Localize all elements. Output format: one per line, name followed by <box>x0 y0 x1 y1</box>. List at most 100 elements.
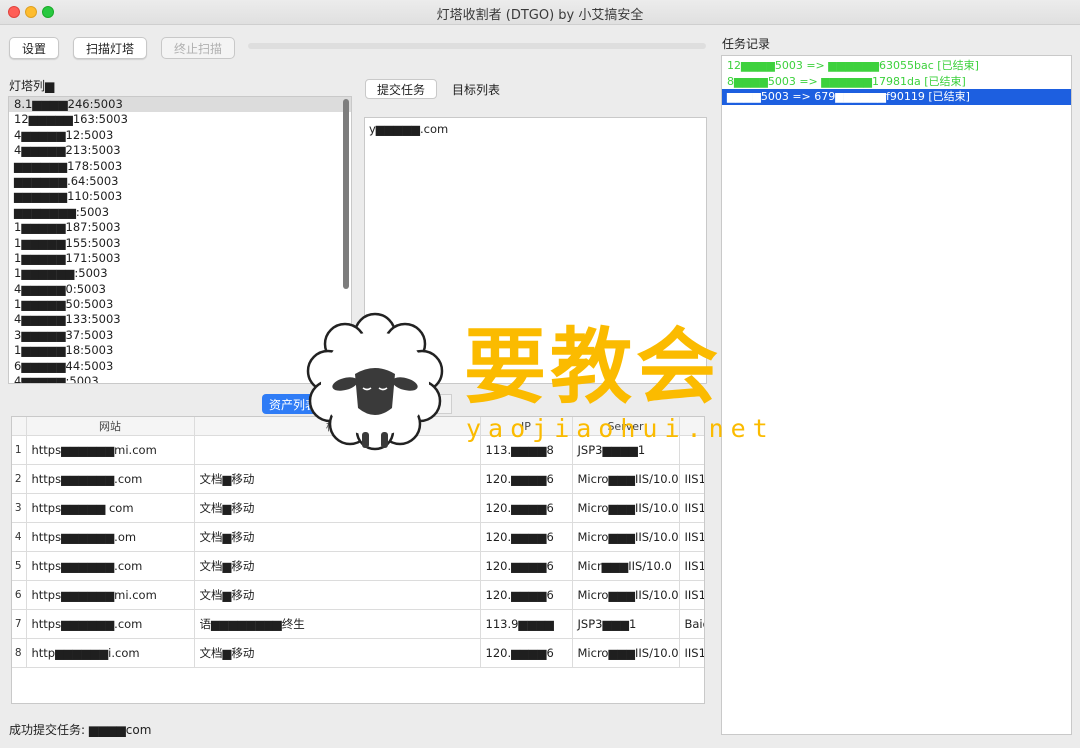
cell-ip: 120.▆▆▆▆6 <box>480 493 573 523</box>
tab-info-leak[interactable]: 信息泄露 <box>378 394 452 414</box>
lighthouse-list[interactable]: 8.1▆▆▆▆246:5003 12▆▆▆▆▆163:5003 4▆▆▆▆▆12:5… <box>8 96 352 384</box>
lighthouse-list-item[interactable]: ▆▆▆▆▆▆.64:5003 <box>9 174 351 189</box>
col-header-1[interactable]: 标题 <box>194 417 481 436</box>
cell-ip: 113.▆▆▆▆8 <box>480 435 573 465</box>
cell-num: 5 <box>12 551 27 581</box>
cell-site: https▆▆▆▆▆▆.om <box>26 522 195 552</box>
table-row[interactable]: 8 http▆▆▆▆▆▆i.com 文档▆移动 120.▆▆▆▆6 Micro▆▆▆II… <box>12 638 704 668</box>
settings-button[interactable]: 设置 <box>9 37 59 59</box>
cell-server: Micro▆▆▆IIS/10.0 <box>572 522 680 552</box>
table-row[interactable]: 2 https▆▆▆▆▆▆.com 文档▆移动 120.▆▆▆▆6 Micro▆▆▆II… <box>12 464 704 494</box>
cell-site: https▆▆▆▆▆▆.com <box>26 464 195 494</box>
lighthouse-list-item[interactable]: 1▆▆▆▆▆50:5003 <box>9 297 351 312</box>
lighthouse-list-item[interactable]: 4▆▆▆▆▆133:5003 <box>9 312 351 327</box>
table-row[interactable]: 6 https▆▆▆▆▆▆mi.com 文档▆移动 120.▆▆▆▆6 Micro▆▆▆… <box>12 580 704 610</box>
asset-table-panel: 网站 标题 IP Server 1 https▆▆▆▆▆▆mi.com 113.▆▆▆▆8… <box>11 416 705 704</box>
tab-asset-list[interactable]: 资产列表 <box>262 394 324 414</box>
cell-site: https▆▆▆▆▆▆mi.com <box>26 580 195 610</box>
task-log-item[interactable]: 12▆▆▆▆5003 => ▆▆▆▆▆▆63055bac [已结束] <box>722 58 1071 74</box>
lighthouse-list-item[interactable]: ▆▆▆▆▆▆110:5003 <box>9 189 351 204</box>
cell-ip: 120.▆▆▆▆6 <box>480 638 573 668</box>
cell-extra: Baid <box>679 609 704 639</box>
table-row[interactable]: 3 https▆▆▆▆▆ com 文档▆移动 120.▆▆▆▆6 Micro▆▆▆IIS… <box>12 493 704 523</box>
cell-num: 7 <box>12 609 27 639</box>
cell-num: 6 <box>12 580 27 610</box>
cell-server: JSP3▆▆▆1 <box>572 609 680 639</box>
lighthouse-list-item[interactable]: 4▆▆▆▆▆:5003 <box>9 374 351 383</box>
cell-server: Micr▆▆▆IIS/10.0 <box>572 551 680 581</box>
task-log-label: 任务记录 <box>722 37 771 51</box>
cell-num: 4 <box>12 522 27 552</box>
cell-title: 文档▆移动 <box>194 551 481 581</box>
cell-extra <box>679 435 704 465</box>
cell-server: Micro▆▆▆IIS/10.0 <box>572 464 680 494</box>
lighthouse-list-item[interactable]: 1▆▆▆▆▆187:5003 <box>9 220 351 235</box>
cell-extra: IIS10 <box>679 522 704 552</box>
task-log-list[interactable]: 12▆▆▆▆5003 => ▆▆▆▆▆▆63055bac [已结束] 8▆▆▆▆5… <box>721 55 1072 735</box>
cell-num: 1 <box>12 435 27 465</box>
title-bar: 灯塔收割者 (DTGO) by 小艾搞安全 <box>0 0 1080 25</box>
cell-extra: IIS10 <box>679 493 704 523</box>
cell-num: 3 <box>12 493 27 523</box>
target-textarea-value: y▆▆▆▆▆.com <box>369 122 449 136</box>
asset-table-header: 网站 标题 IP Server <box>12 417 704 436</box>
lighthouse-list-item[interactable]: 12▆▆▆▆▆163:5003 <box>9 112 351 127</box>
col-header-2[interactable]: IP <box>480 417 573 436</box>
cell-server: JSP3▆▆▆▆1 <box>572 435 680 465</box>
table-row[interactable]: 4 https▆▆▆▆▆▆.om 文档▆移动 120.▆▆▆▆6 Micro▆▆▆IIS… <box>12 522 704 552</box>
lighthouse-list-item[interactable]: 4▆▆▆▆▆213:5003 <box>9 143 351 158</box>
stop-scan-button[interactable]: 终止扫描 <box>161 37 235 59</box>
lighthouse-list-item[interactable]: 6▆▆▆▆▆44:5003 <box>9 359 351 374</box>
cell-server: Micro▆▆▆IIS/10.0 <box>572 638 680 668</box>
lighthouse-list-scrollbar[interactable] <box>343 99 349 289</box>
target-textarea[interactable]: y▆▆▆▆▆.com <box>364 117 707 384</box>
table-row[interactable]: 7 https▆▆▆▆▆▆.com 语▆▆▆▆▆▆▆▆终生 113.9▆▆▆▆ JSP3… <box>12 609 704 639</box>
lighthouse-list-item[interactable]: ▆▆▆▆▆▆▆:5003 <box>9 205 351 220</box>
col-header-3[interactable]: Server <box>572 417 680 436</box>
col-header-4[interactable] <box>679 417 704 436</box>
table-row[interactable]: 5 https▆▆▆▆▆▆.com 文档▆移动 120.▆▆▆▆6 Micr▆▆▆IIS… <box>12 551 704 581</box>
lighthouse-list-item[interactable]: 8.1▆▆▆▆246:5003 <box>9 97 351 113</box>
cell-server: Micro▆▆▆IIS/10.0 <box>572 493 680 523</box>
cell-title: 文档▆移动 <box>194 493 481 523</box>
cell-title: 语▆▆▆▆▆▆▆▆终生 <box>194 609 481 639</box>
lighthouse-list-item[interactable]: 1▆▆▆▆▆155:5003 <box>9 236 351 251</box>
cell-title: 文档▆移动 <box>194 638 481 668</box>
task-log-item[interactable]: ▆▆▆▆5003 => 679▆▆▆▆▆▆f90119 [已结束] <box>722 89 1071 105</box>
cell-ip: 113.9▆▆▆▆ <box>480 609 573 639</box>
task-log-item[interactable]: 8▆▆▆▆5003 => ▆▆▆▆▆▆17981da [已结束] <box>722 74 1071 90</box>
cell-site: https▆▆▆▆▆▆.com <box>26 609 195 639</box>
lighthouse-list-item[interactable]: 1▆▆▆▆▆18:5003 <box>9 343 351 358</box>
cell-server: Micro▆▆▆IIS/10.0 <box>572 580 680 610</box>
status-text: 成功提交任务: ▆▆▆▆com <box>9 723 152 737</box>
col-header-0[interactable]: 网站 <box>26 417 195 436</box>
col-header-index <box>12 417 27 436</box>
scan-lighthouse-button[interactable]: 扫描灯塔 <box>73 37 147 59</box>
lighthouse-list-item[interactable]: 1▆▆▆▆▆171:5003 <box>9 251 351 266</box>
cell-num: 8 <box>12 638 27 668</box>
lighthouse-list-item[interactable]: ▆▆▆▆▆▆178:5003 <box>9 159 351 174</box>
lighthouse-list-item[interactable]: 3▆▆▆▆▆37:5003 <box>9 328 351 343</box>
tab-subdomains[interactable]: 子域 <box>324 394 378 414</box>
tab-submit-task[interactable]: 提交任务 <box>365 79 437 99</box>
lighthouse-list-item[interactable]: 4▆▆▆▆▆12:5003 <box>9 128 351 143</box>
cell-extra: IIS10 <box>679 580 704 610</box>
cell-extra: IIS10 <box>679 551 704 581</box>
lighthouse-list-item[interactable]: 4▆▆▆▆▆0:5003 <box>9 282 351 297</box>
cell-ip: 120.▆▆▆▆6 <box>480 580 573 610</box>
cell-ip: 120.▆▆▆▆6 <box>480 551 573 581</box>
cell-title <box>194 435 481 465</box>
table-row[interactable]: 1 https▆▆▆▆▆▆mi.com 113.▆▆▆▆8 JSP3▆▆▆▆1 <box>12 435 704 465</box>
tab-target-list[interactable]: 目标列表 <box>445 79 507 99</box>
cell-num: 2 <box>12 464 27 494</box>
cell-site: https▆▆▆▆▆▆.com <box>26 551 195 581</box>
scan-progress-bar <box>248 43 706 49</box>
cell-extra: IIS10 <box>679 464 704 494</box>
cell-ip: 120.▆▆▆▆6 <box>480 522 573 552</box>
asset-table: 网站 标题 IP Server 1 https▆▆▆▆▆▆mi.com 113.▆▆▆▆8… <box>12 417 704 668</box>
cell-site: https▆▆▆▆▆▆mi.com <box>26 435 195 465</box>
cell-site: https▆▆▆▆▆ com <box>26 493 195 523</box>
lighthouse-list-item[interactable]: 1▆▆▆▆▆▆:5003 <box>9 266 351 281</box>
cell-ip: 120.▆▆▆▆6 <box>480 464 573 494</box>
cell-title: 文档▆移动 <box>194 522 481 552</box>
